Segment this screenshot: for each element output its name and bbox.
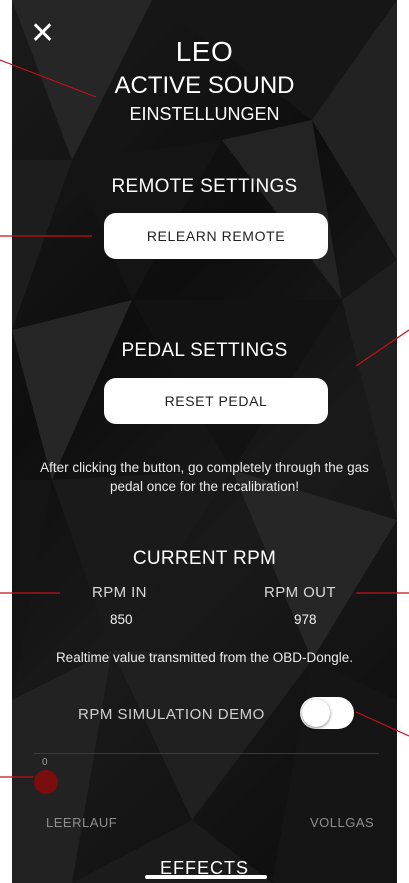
slider-max-label: VOLLGAS — [310, 815, 375, 830]
pedal-settings-heading: PEDAL SETTINGS — [121, 340, 288, 361]
app-title: LEO — [175, 36, 234, 67]
current-rpm-heading: CURRENT RPM — [132, 548, 277, 569]
page-caption: EINSTELLUNGEN — [129, 104, 280, 124]
rpm-simulation-toggle[interactable] — [300, 697, 354, 729]
remote-settings-heading: REMOTE SETTINGS — [111, 176, 298, 197]
throttle-slider-track[interactable] — [34, 753, 379, 754]
reset-pedal-button[interactable]: RESET PEDAL — [104, 378, 328, 424]
realtime-note: Realtime value transmitted from the OBD-… — [55, 650, 354, 665]
rpm-in-label: RPM IN — [92, 584, 147, 601]
pedal-hint-text: After clicking the button, go completely… — [40, 460, 369, 494]
toggle-knob — [302, 699, 330, 727]
relearn-remote-button[interactable]: RELEARN REMOTE — [104, 213, 328, 259]
home-indicator — [145, 875, 267, 879]
throttle-slider-thumb[interactable] — [34, 770, 58, 794]
app-screen: ✕ LEO ACTIVE SOUND EINSTELLUNGEN REMOTE … — [12, 0, 397, 883]
app-subtitle: ACTIVE SOUND — [114, 72, 295, 99]
slider-min-label: LEERLAUF — [46, 815, 118, 830]
rpm-simulation-label: RPM SIMULATION DEMO — [78, 706, 265, 723]
throttle-slider-value: 0 — [42, 757, 48, 768]
rpm-in-value: 850 — [110, 612, 133, 627]
rpm-out-value: 978 — [294, 612, 317, 627]
rpm-out-label: RPM OUT — [264, 584, 336, 601]
